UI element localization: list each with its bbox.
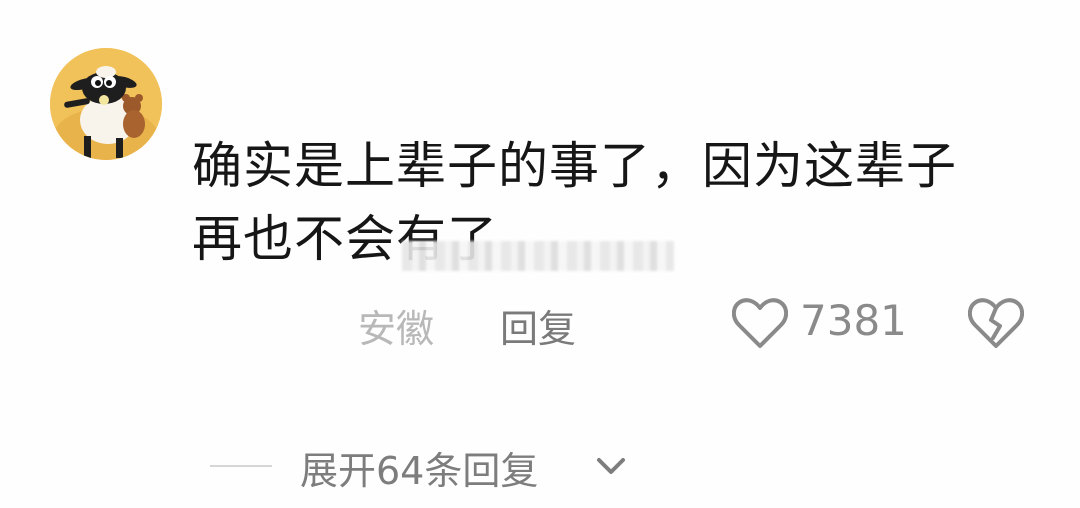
comment-text-line: 确实是上辈子的事了，因为这辈子: [192, 137, 957, 195]
watermark-overlay: [402, 241, 674, 271]
like-count: 7381: [800, 296, 907, 345]
avatar[interactable]: [50, 48, 162, 160]
reply-button[interactable]: 回复: [500, 298, 576, 353]
comment-card: 确实是上辈子的事了，因为这辈子 再也不会有了 安徽 回复 7381 展开64条回…: [0, 0, 1080, 508]
location-label: 安徽: [358, 307, 435, 351]
broken-heart-icon[interactable]: [967, 298, 1025, 350]
expand-replies[interactable]: 展开64条回复: [210, 438, 670, 494]
heart-outline-icon[interactable]: [731, 298, 789, 350]
sheep-avatar-icon: [50, 48, 162, 160]
comment-actions: 安徽 回复 7381: [0, 292, 1080, 356]
divider-line: [210, 465, 272, 467]
chevron-down-icon[interactable]: [594, 454, 628, 478]
expand-replies-label[interactable]: 展开64条回复: [300, 440, 538, 495]
